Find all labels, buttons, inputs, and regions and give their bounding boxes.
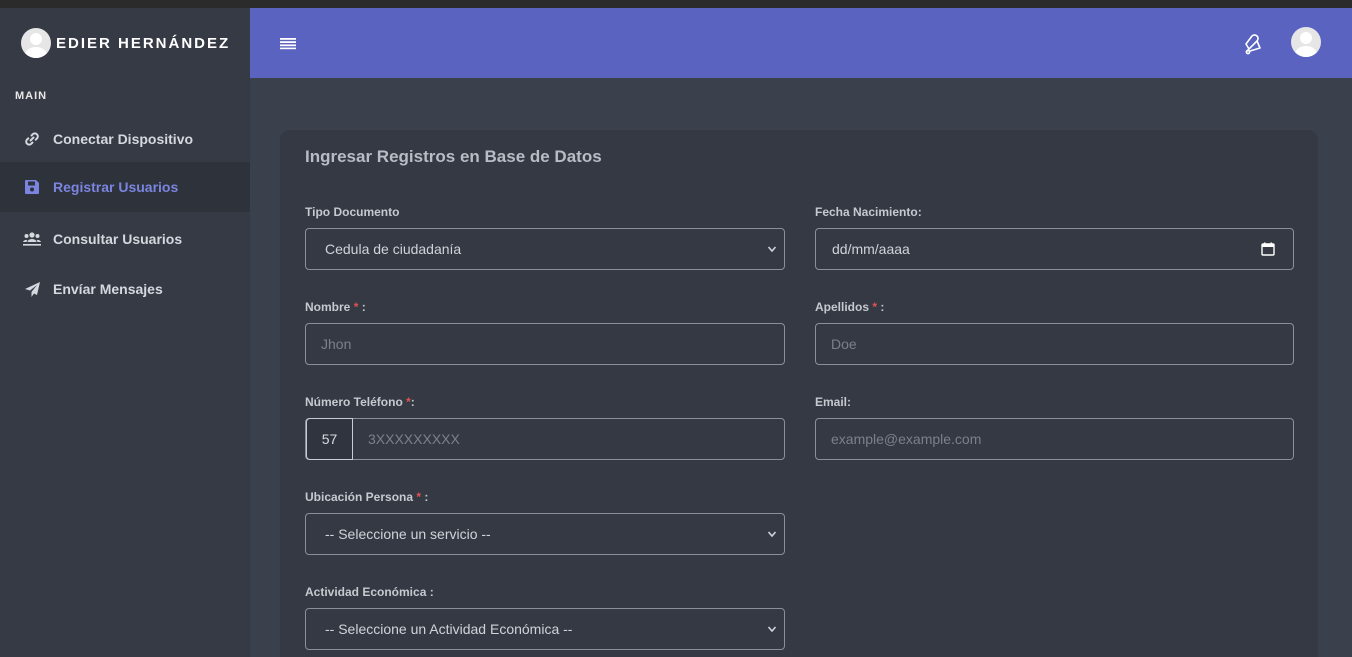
users-icon	[22, 229, 42, 249]
user-avatar-icon[interactable]	[1291, 27, 1321, 57]
calendar-icon[interactable]	[1261, 242, 1275, 256]
nombre-input[interactable]: Jhon	[305, 323, 785, 365]
telefono-input-group: 57 3XXXXXXXXX	[305, 418, 785, 460]
ubicacion-value: -- Seleccione un servicio --	[325, 526, 491, 542]
email-placeholder: example@example.com	[831, 431, 982, 447]
chevron-down-icon	[767, 246, 777, 253]
country-code-prefix: 57	[306, 418, 353, 460]
tipo-documento-value: Cedula de ciudadanía	[325, 241, 462, 257]
top-header	[250, 8, 1352, 78]
user-avatar-icon	[21, 28, 51, 58]
email-input[interactable]: example@example.com	[815, 418, 1294, 460]
actividad-value: -- Seleccione un Actividad Económica --	[325, 621, 573, 637]
sidebar-item-conectar-dispositivo[interactable]: Conectar Dispositivo	[0, 114, 250, 164]
link-icon	[22, 129, 42, 149]
apellidos-label: Apellidos * :	[815, 300, 885, 314]
sidebar-item-label: Envíar Mensajes	[53, 281, 163, 297]
sidebar-item-label: Consultar Usuarios	[53, 231, 183, 247]
save-icon	[22, 177, 42, 197]
main-content: Ingresar Registros en Base de Datos Tipo…	[250, 78, 1352, 657]
form-card: Ingresar Registros en Base de Datos Tipo…	[280, 130, 1318, 657]
ubicacion-label: Ubicación Persona * :	[305, 490, 429, 504]
user-name: EDIER HERNÁNDEZ	[56, 34, 231, 52]
fecha-nacimiento-input[interactable]: dd/mm/aaaa	[815, 228, 1294, 270]
menu-icon[interactable]	[280, 35, 296, 51]
fecha-nacimiento-label: Fecha Nacimiento:	[815, 205, 922, 219]
sidebar-brand: EDIER HERNÁNDEZ	[0, 8, 250, 78]
fecha-nacimiento-placeholder: dd/mm/aaaa	[832, 241, 910, 257]
email-label: Email:	[815, 395, 852, 409]
sidebar-item-consultar-usuarios[interactable]: Consultar Usuarios	[0, 214, 250, 264]
sidebar-item-registrar-usuarios[interactable]: Registrar Usuarios	[0, 162, 250, 212]
sidebar-item-enviar-mensajes[interactable]: Envíar Mensajes	[0, 264, 250, 314]
actividad-select[interactable]: -- Seleccione un Actividad Económica --	[305, 608, 785, 650]
window-top-strip	[0, 0, 1352, 8]
sidebar: EDIER HERNÁNDEZ MAIN Conectar Dispositiv…	[0, 8, 250, 657]
nombre-label: Nombre * :	[305, 300, 366, 314]
form-title: Ingresar Registros en Base de Datos	[305, 147, 602, 166]
apellidos-input[interactable]: Doe	[815, 323, 1294, 365]
actividad-label: Actividad Económica :	[305, 585, 434, 599]
tipo-documento-select[interactable]: Cedula de ciudadanía	[305, 228, 785, 270]
bell-icon[interactable]	[1242, 34, 1264, 56]
send-icon	[22, 279, 42, 299]
sidebar-item-label: Conectar Dispositivo	[53, 131, 194, 147]
sidebar-item-label: Registrar Usuarios	[53, 179, 179, 195]
nombre-placeholder: Jhon	[321, 336, 352, 352]
sidebar-section-title: MAIN	[15, 90, 48, 102]
chevron-down-icon	[767, 626, 777, 633]
apellidos-placeholder: Doe	[831, 336, 857, 352]
chevron-down-icon	[767, 531, 777, 538]
tipo-documento-label: Tipo Documento	[305, 205, 400, 219]
ubicacion-select[interactable]: -- Seleccione un servicio --	[305, 513, 785, 555]
telefono-label: Número Teléfono *:	[305, 395, 415, 409]
